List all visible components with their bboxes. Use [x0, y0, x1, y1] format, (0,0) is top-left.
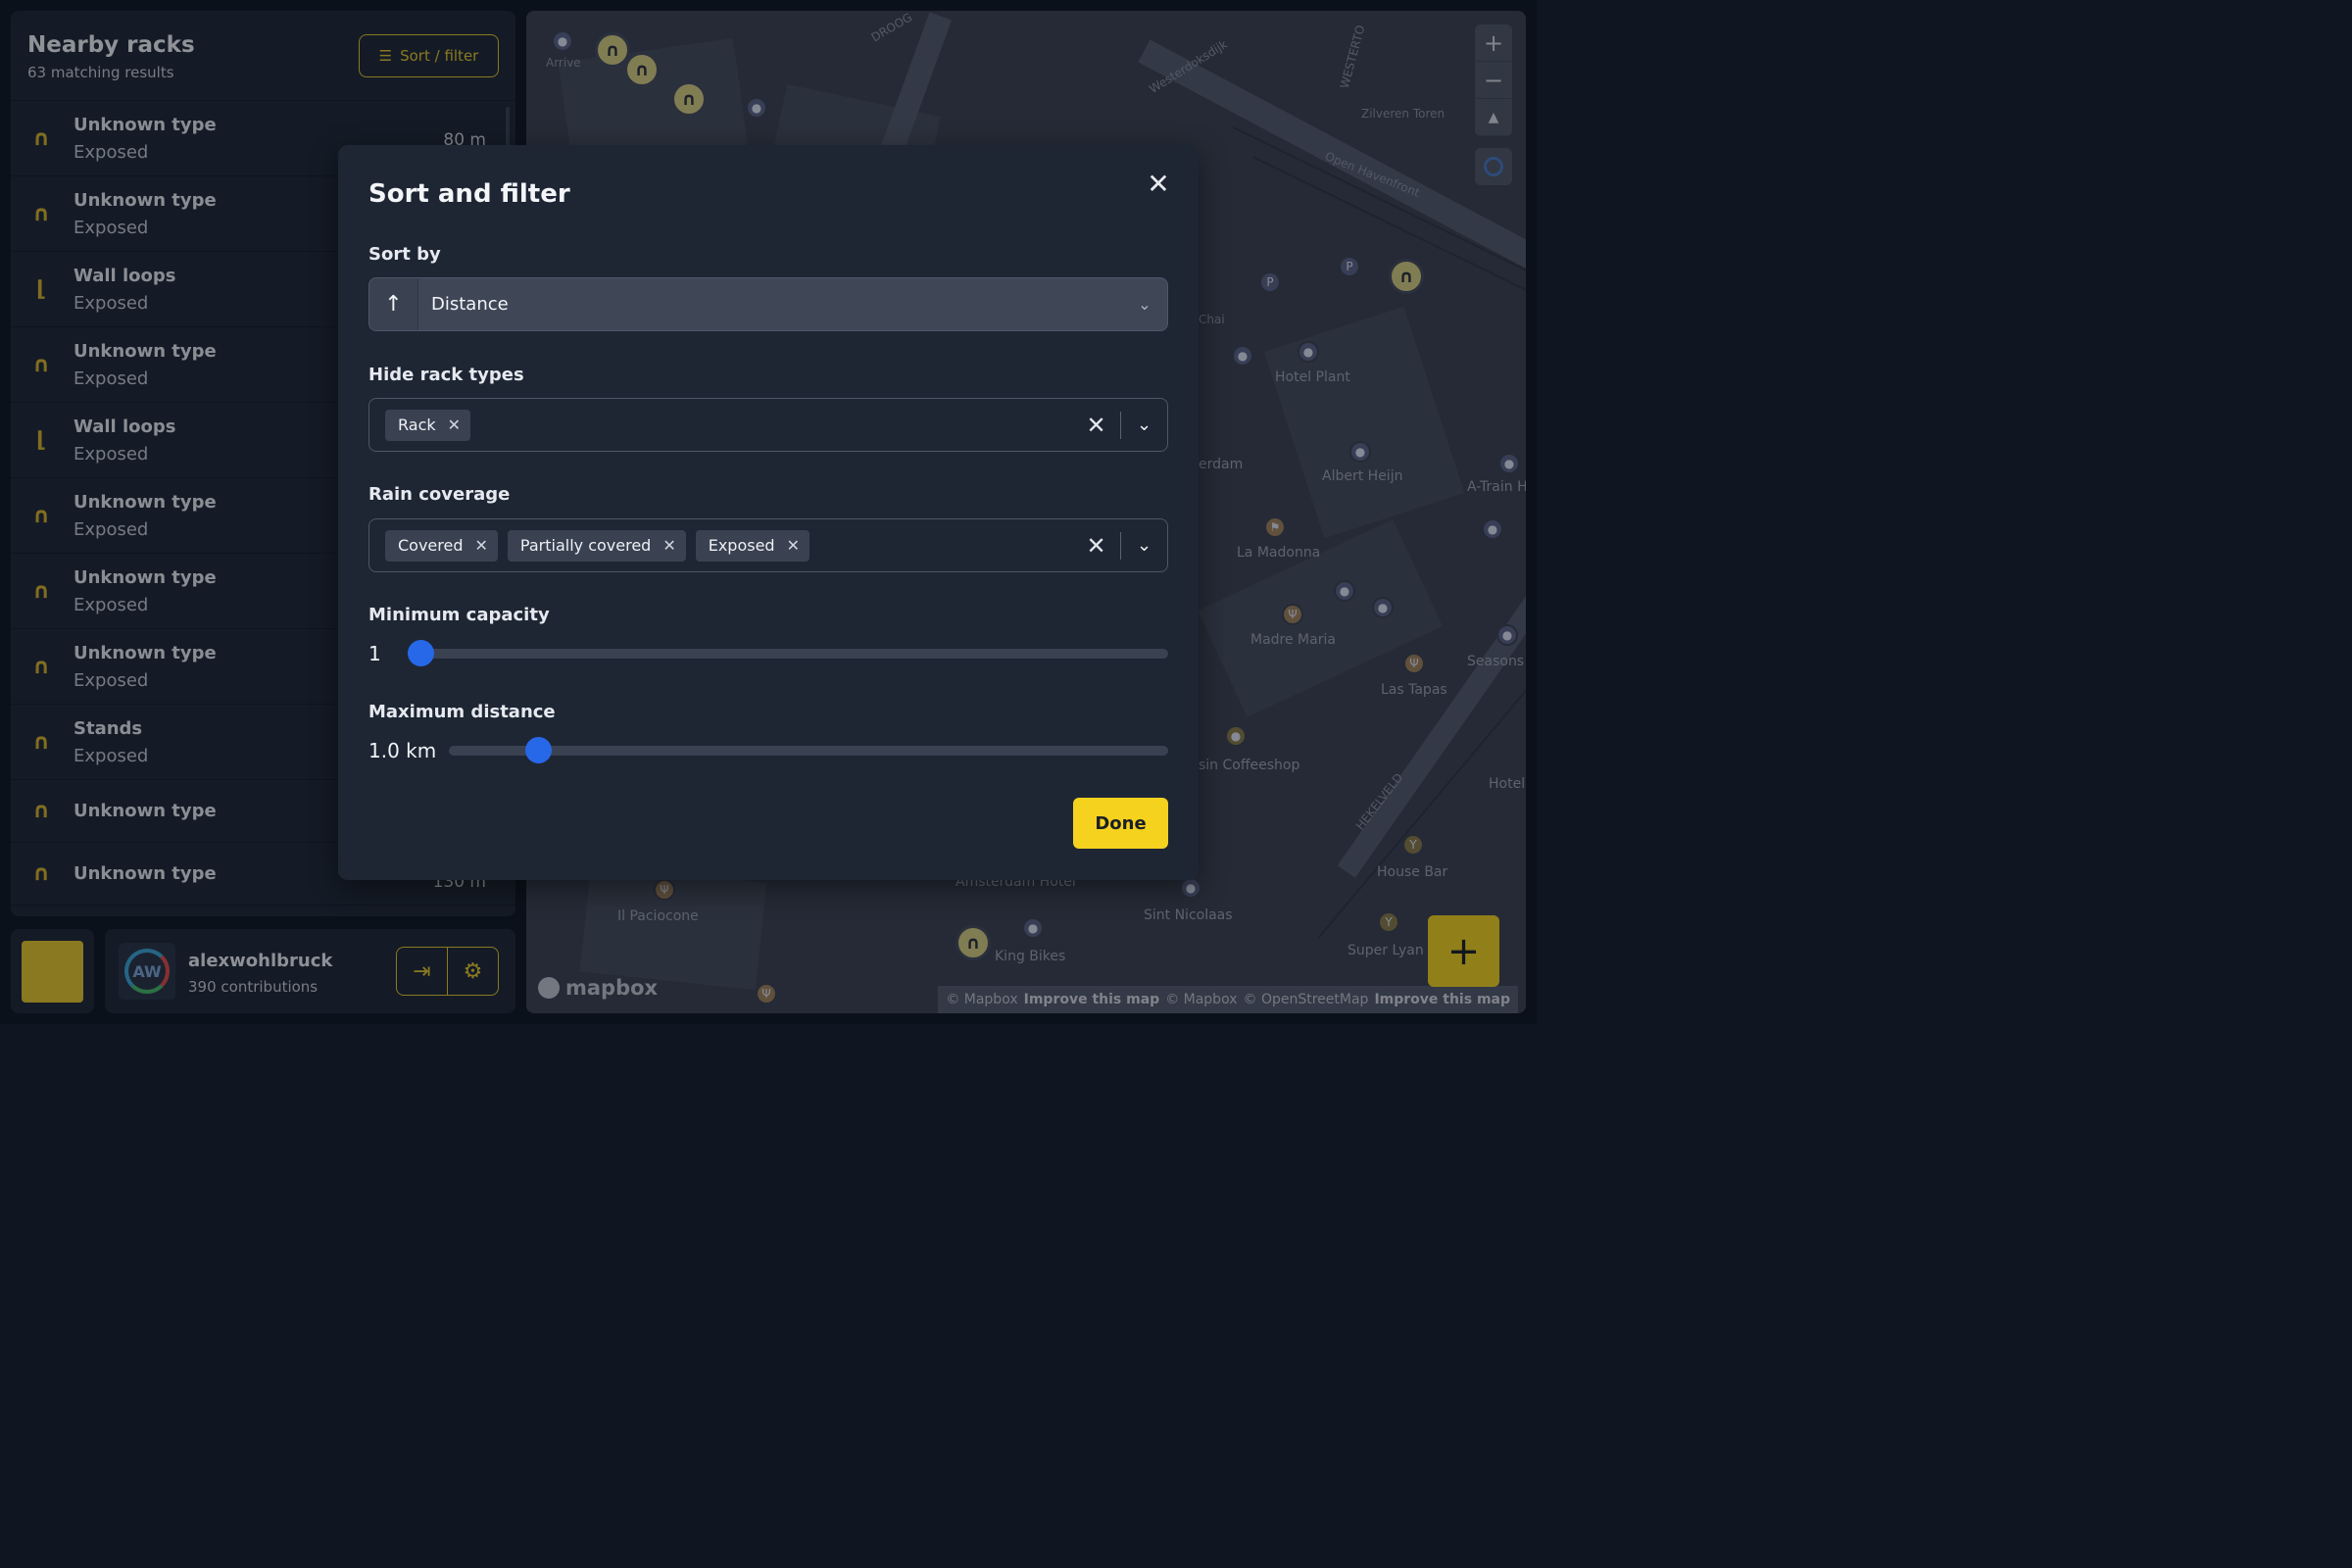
chip-label: Exposed	[708, 536, 775, 555]
max-distance-label: Maximum distance	[368, 702, 556, 722]
min-capacity-slider[interactable]	[408, 649, 1168, 659]
chip-label: Covered	[398, 536, 464, 555]
hide-rack-types-label: Hide rack types	[368, 365, 524, 385]
filter-chip: Exposed ✕	[695, 529, 809, 562]
sort-by-label: Sort by	[368, 244, 441, 265]
filter-chip: Partially covered ✕	[507, 529, 686, 562]
hide-rack-types-select[interactable]: Rack ✕ ✕ ⌄	[368, 398, 1168, 452]
clear-icon: ✕	[1086, 531, 1106, 560]
clear-selection-button[interactable]: ✕	[1073, 412, 1120, 439]
sort-direction-button[interactable]: ↑	[369, 278, 418, 330]
sort-filter-dialog: Sort and filter ✕ Sort by ↑ Distance ⌄ H…	[338, 145, 1199, 880]
close-button[interactable]: ✕	[1144, 167, 1173, 200]
select-actions: ✕ ⌄	[1073, 399, 1168, 451]
rain-coverage-label: Rain coverage	[368, 484, 511, 505]
min-capacity-slider-row: 1	[368, 639, 1168, 668]
select-actions: ✕ ⌄	[1073, 519, 1168, 571]
max-distance-slider[interactable]	[449, 746, 1168, 756]
min-capacity-value: 1	[368, 642, 381, 665]
chevron-down-icon: ⌄	[1136, 415, 1152, 435]
chevron-down-icon: ⌄	[1136, 535, 1152, 556]
sort-by-select[interactable]: ↑ Distance ⌄	[368, 277, 1168, 331]
done-button[interactable]: Done	[1073, 798, 1168, 849]
dropdown-toggle[interactable]: ⌄	[1121, 535, 1167, 556]
max-distance-value: 1.0 km	[368, 739, 437, 762]
remove-chip-icon[interactable]: ✕	[787, 536, 800, 555]
dialog-title: Sort and filter	[368, 179, 570, 209]
rain-coverage-select[interactable]: Covered ✕ Partially covered ✕ Exposed ✕ ✕ ⌄	[368, 518, 1168, 572]
chip-list: Rack ✕	[385, 409, 480, 441]
clear-selection-button[interactable]: ✕	[1073, 532, 1120, 560]
remove-chip-icon[interactable]: ✕	[662, 536, 675, 555]
clear-icon: ✕	[1086, 411, 1106, 439]
chevron-down-icon: ⌄	[1138, 295, 1152, 314]
min-capacity-thumb[interactable]	[408, 640, 434, 666]
filter-chip: Rack ✕	[385, 409, 471, 441]
chip-label: Partially covered	[519, 536, 652, 555]
max-distance-slider-row: 1.0 km	[368, 736, 1168, 765]
max-distance-thumb[interactable]	[524, 737, 552, 763]
arrow-up-icon: ↑	[384, 292, 403, 317]
filter-chip: Covered ✕	[385, 529, 498, 562]
sort-value: Distance	[431, 294, 509, 315]
remove-chip-icon[interactable]: ✕	[448, 416, 461, 434]
close-icon: ✕	[1147, 167, 1170, 200]
chip-list: Covered ✕ Partially covered ✕ Exposed ✕	[385, 529, 819, 562]
remove-chip-icon[interactable]: ✕	[475, 536, 488, 555]
dropdown-toggle[interactable]: ⌄	[1121, 415, 1167, 435]
chip-label: Rack	[398, 416, 436, 434]
min-capacity-label: Minimum capacity	[368, 605, 550, 625]
